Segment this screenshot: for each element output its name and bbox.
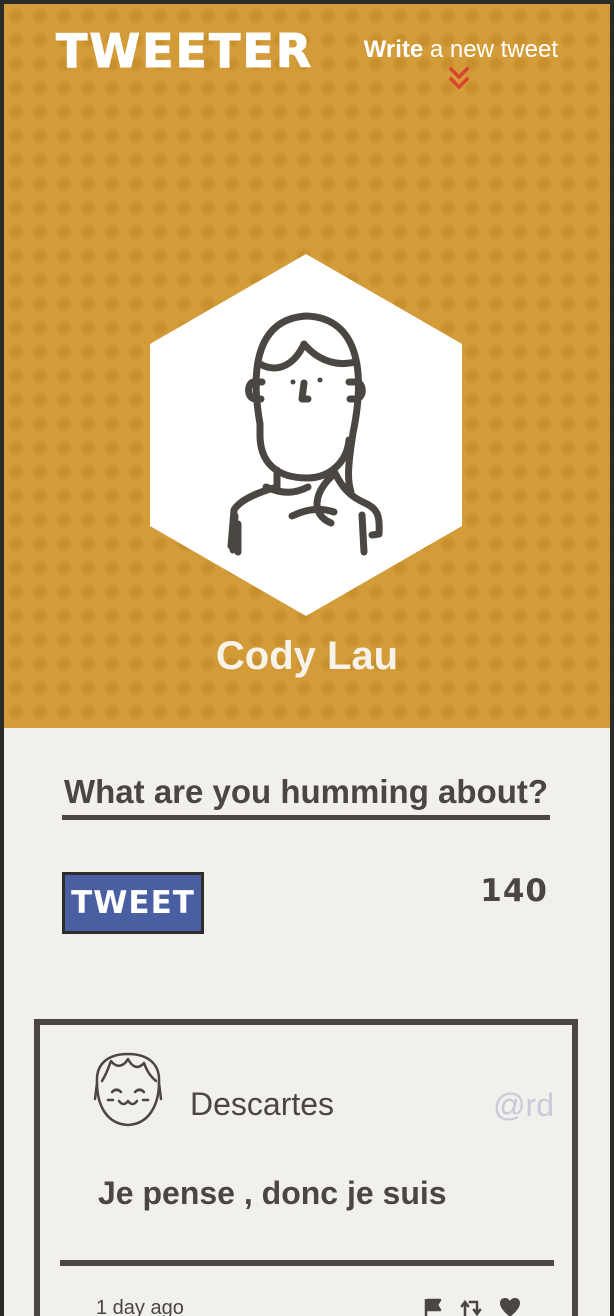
tweet-input[interactable]	[62, 768, 550, 820]
app-logo: TWEETER	[55, 24, 314, 78]
heart-icon[interactable]	[498, 1296, 522, 1316]
tweet-button[interactable]: TWEET	[62, 872, 204, 934]
write-new-tweet-link[interactable]: Write a new tweet	[364, 38, 558, 62]
tweet-handle: @rd	[493, 1087, 554, 1123]
tweet-divider	[60, 1260, 554, 1266]
chevron-down-icon[interactable]	[448, 66, 470, 92]
character-counter: 140	[480, 873, 548, 909]
flag-icon[interactable]	[422, 1296, 446, 1316]
profile-avatar-hexagon	[144, 248, 468, 622]
profile-name: Cody Lau	[215, 634, 399, 678]
profile-hero: TWEETER Write a new tweet Cody Lau	[4, 4, 610, 728]
tweet-author: Descartes	[190, 1086, 335, 1122]
smiling-face-avatar-icon	[91, 1051, 165, 1129]
tweet-timestamp: 1 day ago	[96, 1297, 184, 1316]
tweet-actions	[422, 1293, 522, 1316]
tweet-text: Je pense , donc je suis	[98, 1175, 447, 1211]
tweet-composer: TWEET 140	[62, 768, 550, 934]
write-link-strong-text: Write	[363, 36, 424, 63]
retweet-icon[interactable]	[460, 1296, 484, 1316]
tweeter-page: TWEETER Write a new tweet Cody Lau What …	[4, 4, 610, 1316]
write-link-rest-text: a new tweet	[423, 36, 558, 63]
tweet-card: Descartes @rd Je pense , donc je suis 1 …	[34, 1019, 578, 1316]
